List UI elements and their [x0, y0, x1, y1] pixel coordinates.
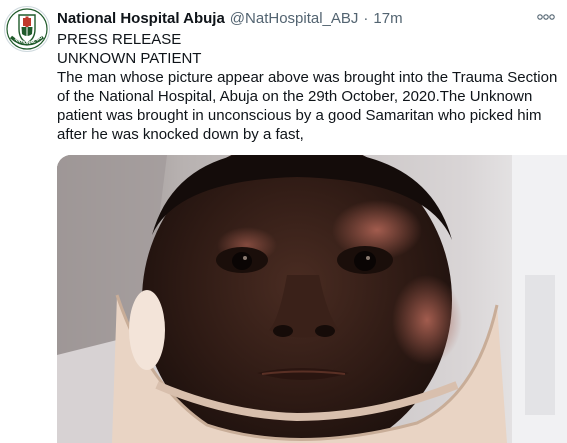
tweet-text-line: PRESS RELEASE: [57, 31, 182, 48]
more-options-button[interactable]: [533, 6, 559, 28]
more-options-icon: [537, 14, 555, 20]
tweet-text: PRESS RELEASE UNKNOWN PATIENT The man wh…: [57, 30, 562, 144]
tweet-header: National Hospital Abuja @NatHospital_ABJ…: [57, 9, 567, 29]
tweet-text-line: after he was knocked down by a fast,: [57, 126, 304, 143]
tweet-media-photo[interactable]: [57, 155, 567, 443]
tweet-text-line: patient was brought in unconscious by a …: [57, 107, 542, 124]
author-handle[interactable]: @NatHospital_ABJ: [230, 9, 359, 29]
tweet[interactable]: NATIONAL HOSPITAL National Hospital Abuj…: [0, 0, 567, 443]
tweet-text-line: UNKNOWN PATIENT: [57, 50, 202, 67]
author-avatar[interactable]: NATIONAL HOSPITAL: [4, 6, 50, 52]
tweet-text-line: of the National Hospital, Abuja on the 2…: [57, 88, 533, 105]
hospital-logo-icon: NATIONAL HOSPITAL: [5, 7, 48, 50]
separator-dot: ·: [363, 10, 369, 27]
author-name[interactable]: National Hospital Abuja: [57, 9, 225, 29]
tweet-timestamp[interactable]: 17m: [373, 9, 402, 29]
patient-photo: [57, 155, 567, 443]
tweet-text-line: The man whose picture appear above was b…: [57, 69, 558, 86]
